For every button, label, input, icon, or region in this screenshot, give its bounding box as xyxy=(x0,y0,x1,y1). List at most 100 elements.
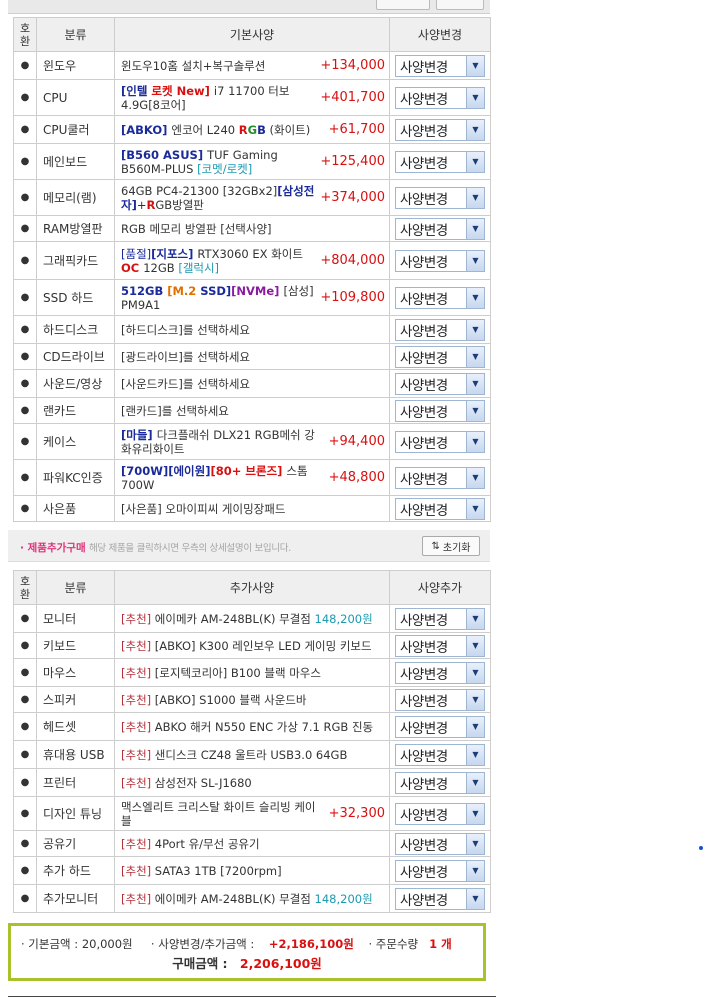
chevron-down-icon[interactable]: ▼ xyxy=(466,55,484,76)
row-item[interactable]: [사운드카드]를 선택하세요 xyxy=(114,369,390,398)
spec-change-select[interactable]: 사양변경 ▼ xyxy=(395,286,485,309)
top-button[interactable] xyxy=(436,0,484,10)
chevron-down-icon[interactable]: ▼ xyxy=(466,431,484,452)
chevron-down-icon[interactable]: ▼ xyxy=(466,662,484,683)
row-item-desc[interactable]: [추천] 샌디스크 CZ48 울트라 USB3.0 64GB xyxy=(121,748,381,762)
row-item-desc[interactable]: [B560 ASUS] TUF Gaming B560M-PLUS [코멧/로켓… xyxy=(121,148,316,176)
row-item[interactable]: [품절][지포스] RTX3060 EX 화이트 OC 12GB [갤럭시] +8… xyxy=(114,241,390,280)
row-item[interactable]: 512GB [M.2 SSD][NVMe] [삼성] PM9A1 +109,800 xyxy=(114,279,390,316)
chevron-down-icon[interactable]: ▼ xyxy=(466,716,484,737)
row-item[interactable]: [추천] [로지텍코리아] B100 블랙 마우스 xyxy=(114,658,390,687)
spec-change-select[interactable]: 사양변경 ▼ xyxy=(395,217,485,240)
row-item[interactable]: [ABKO] 엔코어 L240 RGB (화이트) +61,700 xyxy=(114,115,390,144)
row-item-desc[interactable]: [사은품] 오마이피씨 게이밍장패드 xyxy=(121,502,381,516)
chevron-down-icon[interactable]: ▼ xyxy=(466,373,484,394)
row-item-desc[interactable]: [인텔 로켓 New] i7 11700 터보4.9G[8코어] xyxy=(121,84,316,112)
row-item[interactable]: 맥스엘리트 크리스탈 화이트 슬리빙 케이블 +32,300 xyxy=(114,796,390,831)
row-item[interactable]: [추천] ABKO 해커 N550 ENC 가상 7.1 RGB 진동 xyxy=(114,712,390,741)
chevron-down-icon[interactable]: ▼ xyxy=(466,151,484,172)
chevron-down-icon[interactable]: ▼ xyxy=(466,888,484,909)
row-item-desc[interactable]: [추천] 에이메카 AM-248BL(K) 무결점 148,200원 xyxy=(121,612,381,626)
chevron-down-icon[interactable]: ▼ xyxy=(466,119,484,140)
spec-change-select[interactable]: 사양변경 ▼ xyxy=(395,345,485,368)
chevron-down-icon[interactable]: ▼ xyxy=(466,319,484,340)
spec-change-select[interactable]: 사양변경 ▼ xyxy=(395,430,485,453)
qty-value[interactable]: 1 개 xyxy=(429,937,452,951)
row-item[interactable]: [추천] 에이메카 AM-248BL(K) 무결점 148,200원 xyxy=(114,884,390,913)
spec-change-select[interactable]: 사양변경 ▼ xyxy=(395,118,485,141)
reset-button[interactable]: ⇅ 초기화 xyxy=(422,536,480,556)
chevron-down-icon[interactable]: ▼ xyxy=(466,803,484,824)
row-item[interactable]: [하드디스크]를 선택하세요 xyxy=(114,315,390,344)
spec-change-select[interactable]: 사양변경 ▼ xyxy=(395,86,485,109)
spec-change-select[interactable]: 사양변경 ▼ xyxy=(395,802,485,825)
spec-change-select[interactable]: 사양변경 ▼ xyxy=(395,661,485,684)
top-button[interactable] xyxy=(376,0,430,10)
row-item[interactable]: [광드라이브]를 선택하세요 xyxy=(114,343,390,370)
chevron-down-icon[interactable]: ▼ xyxy=(466,744,484,765)
chevron-down-icon[interactable]: ▼ xyxy=(466,772,484,793)
row-item-desc[interactable]: [추천] [로지텍코리아] B100 블랙 마우스 xyxy=(121,666,381,680)
row-item-desc[interactable]: [하드디스크]를 선택하세요 xyxy=(121,323,381,337)
spec-change-select[interactable]: 사양변경 ▼ xyxy=(395,249,485,272)
spec-change-select[interactable]: 사양변경 ▼ xyxy=(395,150,485,173)
row-item[interactable]: [추천] 에이메카 AM-248BL(K) 무결점 148,200원 xyxy=(114,604,390,633)
row-item-desc[interactable]: [추천] SATA3 1TB [7200rpm] xyxy=(121,864,381,878)
chevron-down-icon[interactable]: ▼ xyxy=(466,689,484,710)
row-item-desc[interactable]: [랜카드]를 선택하세요 xyxy=(121,404,381,418)
spec-change-select[interactable]: 사양변경 ▼ xyxy=(395,771,485,794)
spec-change-select[interactable]: 사양변경 ▼ xyxy=(395,859,485,882)
spec-change-select[interactable]: 사양변경 ▼ xyxy=(395,715,485,738)
chevron-down-icon[interactable]: ▼ xyxy=(466,498,484,519)
chevron-down-icon[interactable]: ▼ xyxy=(466,860,484,881)
row-item-desc[interactable]: [사운드카드]를 선택하세요 xyxy=(121,377,381,391)
row-item[interactable]: [추천] 샌디스크 CZ48 울트라 USB3.0 64GB xyxy=(114,740,390,769)
row-item-desc[interactable]: 윈도우10홈 설치+복구솔루션 xyxy=(121,59,316,73)
chevron-down-icon[interactable]: ▼ xyxy=(466,608,484,629)
row-item-desc[interactable]: [마들] 다크플래쉬 DLX21 RGB메쉬 강화유리화이트 xyxy=(121,428,325,456)
spec-change-select[interactable]: 사양변경 ▼ xyxy=(395,466,485,489)
spec-change-select[interactable]: 사양변경 ▼ xyxy=(395,688,485,711)
row-item[interactable]: 윈도우10홈 설치+복구솔루션 +134,000 xyxy=(114,51,390,80)
spec-change-select[interactable]: 사양변경 ▼ xyxy=(395,318,485,341)
spec-change-select[interactable]: 사양변경 ▼ xyxy=(395,607,485,630)
spec-change-select[interactable]: 사양변경 ▼ xyxy=(395,54,485,77)
row-item[interactable]: [추천] [ABKO] K300 레인보우 LED 게이밍 키보드 xyxy=(114,632,390,659)
spec-change-select[interactable]: 사양변경 ▼ xyxy=(395,186,485,209)
row-item-desc[interactable]: 64GB PC4-21300 [32GBx2][삼성전자]+RGB방열판 xyxy=(121,184,316,212)
row-item[interactable]: [인텔 로켓 New] i7 11700 터보4.9G[8코어] +401,700 xyxy=(114,79,390,116)
row-item-desc[interactable]: [ABKO] 엔코어 L240 RGB (화이트) xyxy=(121,123,325,137)
row-item-desc[interactable]: [700W][에이원][80+ 브론즈] 스톰 700W xyxy=(121,464,325,492)
chevron-down-icon[interactable]: ▼ xyxy=(466,467,484,488)
chevron-down-icon[interactable]: ▼ xyxy=(466,346,484,367)
chevron-down-icon[interactable]: ▼ xyxy=(466,250,484,271)
row-item-desc[interactable]: [추천] ABKO 해커 N550 ENC 가상 7.1 RGB 진동 xyxy=(121,720,381,734)
spec-change-select[interactable]: 사양변경 ▼ xyxy=(395,887,485,910)
spec-change-select[interactable]: 사양변경 ▼ xyxy=(395,497,485,520)
row-item[interactable]: [마들] 다크플래쉬 DLX21 RGB메쉬 강화유리화이트 +94,400 xyxy=(114,423,390,460)
row-item-desc[interactable]: 맥스엘리트 크리스탈 화이트 슬리빙 케이블 xyxy=(121,800,325,828)
spec-change-select[interactable]: 사양변경 ▼ xyxy=(395,399,485,422)
chevron-down-icon[interactable]: ▼ xyxy=(466,187,484,208)
row-item-desc[interactable]: [추천] 에이메카 AM-248BL(K) 무결점 148,200원 xyxy=(121,892,381,906)
row-item[interactable]: 64GB PC4-21300 [32GBx2][삼성전자]+RGB방열판 +374… xyxy=(114,179,390,216)
row-item-desc[interactable]: [추천] 삼성전자 SL-J1680 xyxy=(121,776,381,790)
chevron-down-icon[interactable]: ▼ xyxy=(466,287,484,308)
spec-change-select[interactable]: 사양변경 ▼ xyxy=(395,634,485,657)
row-item-desc[interactable]: [추천] 4Port 유/무선 공유기 xyxy=(121,837,381,851)
row-item[interactable]: [추천] 4Port 유/무선 공유기 xyxy=(114,830,390,857)
row-item[interactable]: [추천] [ABKO] S1000 블랙 사운드바 xyxy=(114,686,390,713)
row-item-desc[interactable]: [추천] [ABKO] K300 레인보우 LED 게이밍 키보드 xyxy=(121,639,381,653)
chevron-down-icon[interactable]: ▼ xyxy=(466,87,484,108)
row-item-desc[interactable]: [광드라이브]를 선택하세요 xyxy=(121,350,381,364)
row-item-desc[interactable]: [추천] [ABKO] S1000 블랙 사운드바 xyxy=(121,693,381,707)
chevron-down-icon[interactable]: ▼ xyxy=(466,635,484,656)
row-item[interactable]: [사은품] 오마이피씨 게이밍장패드 xyxy=(114,495,390,522)
row-item[interactable]: [추천] 삼성전자 SL-J1680 xyxy=(114,768,390,797)
spec-change-select[interactable]: 사양변경 ▼ xyxy=(395,743,485,766)
row-item-desc[interactable]: 512GB [M.2 SSD][NVMe] [삼성] PM9A1 xyxy=(121,284,316,312)
row-item[interactable]: [랜카드]를 선택하세요 xyxy=(114,397,390,424)
row-item-desc[interactable]: RGB 메모리 방열판 [선택사양] xyxy=(121,222,381,236)
row-item[interactable]: RGB 메모리 방열판 [선택사양] xyxy=(114,215,390,242)
row-item-desc[interactable]: [품절][지포스] RTX3060 EX 화이트 OC 12GB [갤럭시] xyxy=(121,247,316,275)
